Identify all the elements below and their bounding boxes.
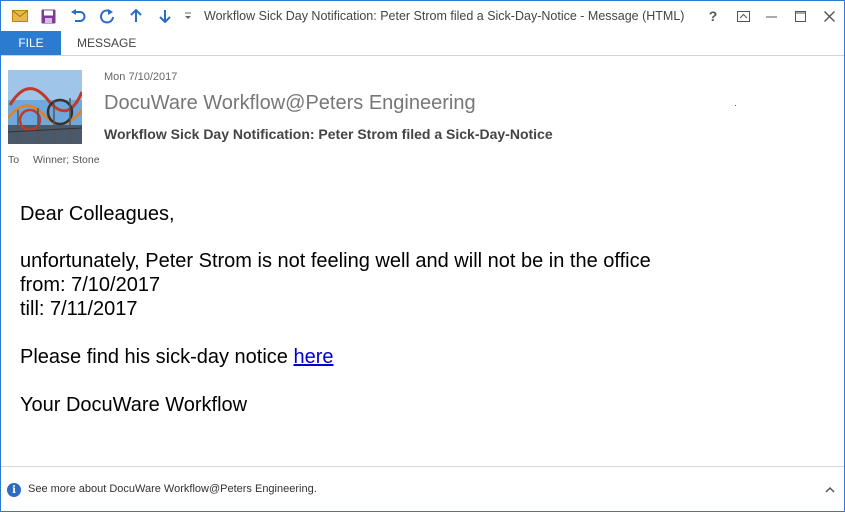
body-signature: Your DocuWare Workflow [20, 394, 248, 416]
undo-icon[interactable] [68, 7, 88, 25]
save-icon[interactable] [39, 7, 57, 25]
maximize-icon[interactable] [791, 7, 809, 25]
close-icon[interactable] [820, 7, 838, 25]
notice-link[interactable]: here [293, 346, 333, 368]
chevron-up-icon[interactable] [823, 482, 837, 496]
redo-icon[interactable] [97, 7, 117, 25]
message-window: Workflow Sick Day Notification: Peter St… [0, 0, 845, 512]
title-bar: Workflow Sick Day Notification: Peter St… [1, 1, 844, 31]
ribbon-tabs: FILE MESSAGE [1, 31, 844, 56]
customize-toolbar-icon[interactable] [182, 7, 194, 25]
envelope-icon [11, 7, 29, 25]
body-line-till: till: 7/11/2017 [20, 298, 138, 320]
minimize-icon[interactable] [762, 7, 780, 25]
body-line-from: from: 7/10/2017 [20, 274, 161, 296]
sender-name[interactable]: DocuWare Workflow@Peters Engineering [104, 92, 476, 115]
body-line-1: unfortunately, Peter Strom is not feelin… [20, 250, 651, 272]
sender-avatar [8, 70, 82, 144]
window-title: Workflow Sick Day Notification: Peter St… [204, 9, 685, 23]
tab-file[interactable]: FILE [1, 31, 61, 55]
see-more-link[interactable]: See more about DocuWare Workflow@Peters … [28, 483, 317, 495]
arrow-down-icon[interactable] [156, 7, 174, 25]
people-pane-footer: i See more about DocuWare Workflow@Peter… [1, 466, 844, 511]
message-date: Mon 7/10/2017 [104, 71, 178, 83]
help-icon[interactable]: ? [705, 7, 721, 25]
info-icon: i [7, 483, 21, 497]
arrow-up-icon[interactable] [127, 7, 145, 25]
ribbon-display-options-icon[interactable] [734, 7, 752, 25]
body-greeting: Dear Colleagues, [20, 203, 175, 225]
tab-message[interactable]: MESSAGE [65, 31, 148, 55]
link-prefix: Please find his sick-day notice [20, 346, 294, 368]
recipients[interactable]: Winner; Stone [33, 154, 100, 166]
to-label: To [8, 154, 20, 166]
decorative-dot [735, 105, 736, 106]
body-link-line: Please find his sick-day notice here [20, 345, 334, 369]
message-subject: Workflow Sick Day Notification: Peter St… [104, 126, 553, 142]
